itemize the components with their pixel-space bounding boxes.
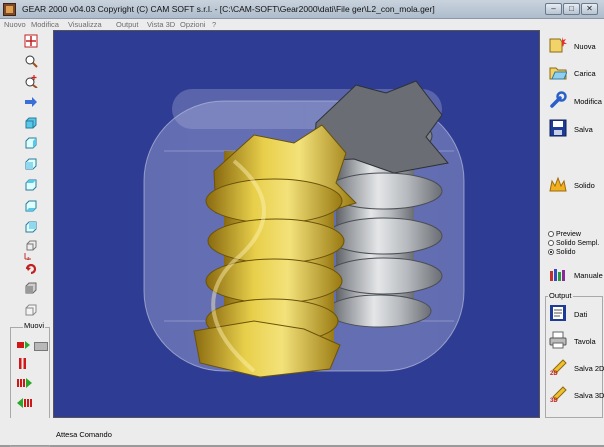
wire-box-icon[interactable] xyxy=(24,303,38,317)
salva-label: Salva xyxy=(574,125,593,134)
nuova-button[interactable]: Nuova xyxy=(543,34,603,58)
manuale-label: Manuale xyxy=(574,271,603,280)
radio-solido-sempl-label: Solido Sempl. xyxy=(556,240,600,247)
pause-icon[interactable] xyxy=(19,358,27,370)
menu-modifica[interactable]: Modifica xyxy=(31,20,59,29)
gear-pump-render xyxy=(143,80,465,378)
menu-nuovo[interactable]: Nuovo xyxy=(4,20,26,29)
menu-visualizza[interactable]: Visualizza xyxy=(68,20,102,29)
salva-3d-label: Salva 3D xyxy=(574,391,604,400)
pencil-2d-icon: 2D xyxy=(549,358,567,377)
radio-solido[interactable]: Solido xyxy=(548,249,575,256)
play-icon[interactable] xyxy=(17,378,33,388)
axis-z-icon[interactable]: z xyxy=(22,247,36,262)
new-file-icon xyxy=(549,36,567,54)
view-back-icon[interactable] xyxy=(24,220,38,234)
tavola-button[interactable]: Tavola xyxy=(543,329,603,353)
view-bottom-icon[interactable] xyxy=(24,199,38,213)
rotate-icon[interactable] xyxy=(24,261,38,275)
3d-viewport[interactable] xyxy=(53,30,540,418)
radio-solido-dot[interactable] xyxy=(548,249,554,255)
data-sheet-icon xyxy=(549,304,567,322)
status-bar: Attesa Comando xyxy=(0,418,604,445)
radio-solido-sempl-dot[interactable] xyxy=(548,240,554,246)
dati-button[interactable]: Dati xyxy=(543,302,603,326)
open-folder-icon xyxy=(549,63,568,81)
salva-button[interactable]: Salva xyxy=(543,117,603,141)
solid-crown-icon xyxy=(549,175,567,193)
radio-preview-label: Preview xyxy=(556,231,581,238)
dati-label: Dati xyxy=(574,310,588,319)
carica-label: Carica xyxy=(574,69,596,78)
title-bar: GEAR 2000 v04.03 Copyright (C) CAM SOFT … xyxy=(0,0,604,19)
menu-vista-3d[interactable]: Vista 3D xyxy=(147,20,175,29)
solido-button[interactable]: Solido xyxy=(543,173,603,197)
view-front-icon[interactable] xyxy=(24,116,38,130)
menu-opzioni[interactable]: Opzioni xyxy=(180,20,205,29)
radio-solido-sempl[interactable]: Solido Sempl. xyxy=(548,240,599,247)
window-title: GEAR 2000 v04.03 Copyright (C) CAM SOFT … xyxy=(22,4,435,14)
pencil-3d-icon: 3D xyxy=(549,385,567,404)
app-icon[interactable] xyxy=(3,3,16,16)
app-window: GEAR 2000 v04.03 Copyright (C) CAM SOFT … xyxy=(0,0,604,447)
radio-preview[interactable]: Preview xyxy=(548,231,581,238)
wrench-icon xyxy=(549,91,567,109)
output-label: Output xyxy=(548,291,573,300)
carica-button[interactable]: Carica xyxy=(543,61,603,85)
pan-arrow-icon[interactable] xyxy=(24,95,38,109)
nuova-label: Nuova xyxy=(574,42,596,51)
view-right-icon[interactable] xyxy=(24,136,38,150)
move-step-forward-icon[interactable] xyxy=(17,340,31,350)
radio-preview-dot[interactable] xyxy=(548,231,554,237)
modifica-button[interactable]: Modifica xyxy=(543,89,603,113)
view-top-icon[interactable] xyxy=(24,178,38,192)
right-toolbar: Nuova Carica Modifica Salva Solido Previ… xyxy=(541,30,604,418)
move-slider[interactable] xyxy=(34,342,48,351)
status-text: Attesa Comando xyxy=(56,430,112,439)
view-left-icon[interactable] xyxy=(24,157,38,171)
menu-bar: Nuovo Modifica Visualizza Output Vista 3… xyxy=(0,19,604,30)
manual-books-icon xyxy=(549,265,567,283)
menu-help[interactable]: ? xyxy=(212,20,216,29)
shade-box-icon[interactable] xyxy=(24,281,38,295)
select-center-icon[interactable] xyxy=(24,34,38,48)
minimize-button[interactable]: – xyxy=(545,3,562,15)
tavola-label: Tavola xyxy=(574,337,596,346)
restore-button[interactable]: □ xyxy=(563,3,580,15)
salva-2d-label: Salva 2D xyxy=(574,364,604,373)
radio-solido-label: Solido xyxy=(556,249,576,256)
floppy-disk-icon xyxy=(549,119,567,137)
menu-output[interactable]: Output xyxy=(116,20,139,29)
salva-2d-button[interactable]: 2D Salva 2D xyxy=(543,356,604,380)
left-toolbar: z Muovi xyxy=(0,30,52,447)
salva-3d-button[interactable]: 3D Salva 3D xyxy=(543,383,604,407)
svg-text:3D: 3D xyxy=(550,398,558,403)
modifica-label: Modifica xyxy=(574,97,602,106)
muovi-label: Muovi xyxy=(23,321,46,330)
zoom-window-icon[interactable] xyxy=(24,54,38,68)
printer-icon xyxy=(549,331,567,349)
solido-label: Solido xyxy=(574,181,595,190)
manuale-button[interactable]: Manuale xyxy=(543,263,603,287)
zoom-in-icon[interactable] xyxy=(24,74,38,89)
svg-text:2D: 2D xyxy=(550,371,558,376)
rewind-icon[interactable] xyxy=(16,398,32,408)
close-button[interactable]: ✕ xyxy=(581,3,598,15)
